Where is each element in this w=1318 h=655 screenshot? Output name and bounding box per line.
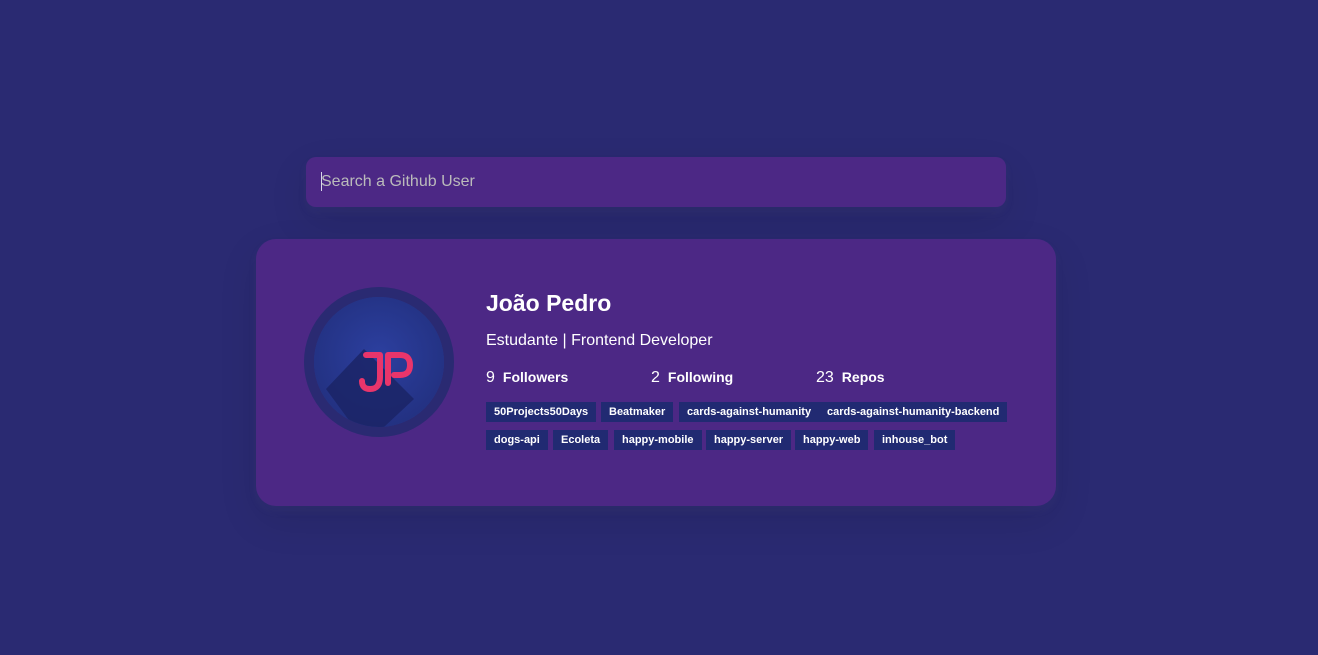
search-form — [306, 157, 1006, 207]
following-label: Following — [667, 369, 734, 385]
avatar — [304, 287, 454, 437]
user-bio: Estudante | Frontend Developer — [486, 332, 713, 349]
repo-tag[interactable]: Ecoleta — [553, 430, 609, 450]
repo-tag[interactable]: Beatmaker — [601, 402, 674, 422]
stat-following: 2 Following — [651, 367, 733, 387]
repo-tag[interactable]: inhouse_bot — [874, 430, 956, 450]
stat-followers: 9 Followers — [486, 367, 568, 387]
repo-tag[interactable]: happy-server — [706, 430, 792, 450]
user-card: João Pedro Estudante | Frontend Develope… — [256, 239, 1056, 506]
repo-tag[interactable]: happy-mobile — [614, 430, 702, 450]
repo-tag[interactable]: dogs-api — [486, 430, 548, 450]
repos-label: Repos — [841, 369, 885, 385]
repo-tag[interactable]: cards-against-humanity — [679, 402, 820, 422]
repo-tag[interactable]: 50Projects50Days — [486, 402, 597, 422]
repo-tag[interactable]: cards-against-humanity-backend — [819, 402, 1008, 422]
text-caret — [321, 172, 322, 191]
repo-tag[interactable]: happy-web — [795, 430, 869, 450]
user-name: João Pedro — [486, 290, 612, 316]
avatar-jp-logo-icon — [314, 297, 444, 427]
repos-count: 23 — [816, 369, 834, 386]
search-input[interactable] — [306, 157, 1006, 207]
stat-repos: 23 Repos — [816, 367, 885, 387]
following-count: 2 — [651, 369, 660, 386]
user-info: João Pedro Estudante | Frontend Develope… — [486, 287, 1026, 450]
followers-label: Followers — [502, 369, 569, 385]
followers-count: 9 — [486, 369, 495, 386]
user-stats: 9 Followers 2 Following 23 Repos — [486, 367, 1026, 387]
